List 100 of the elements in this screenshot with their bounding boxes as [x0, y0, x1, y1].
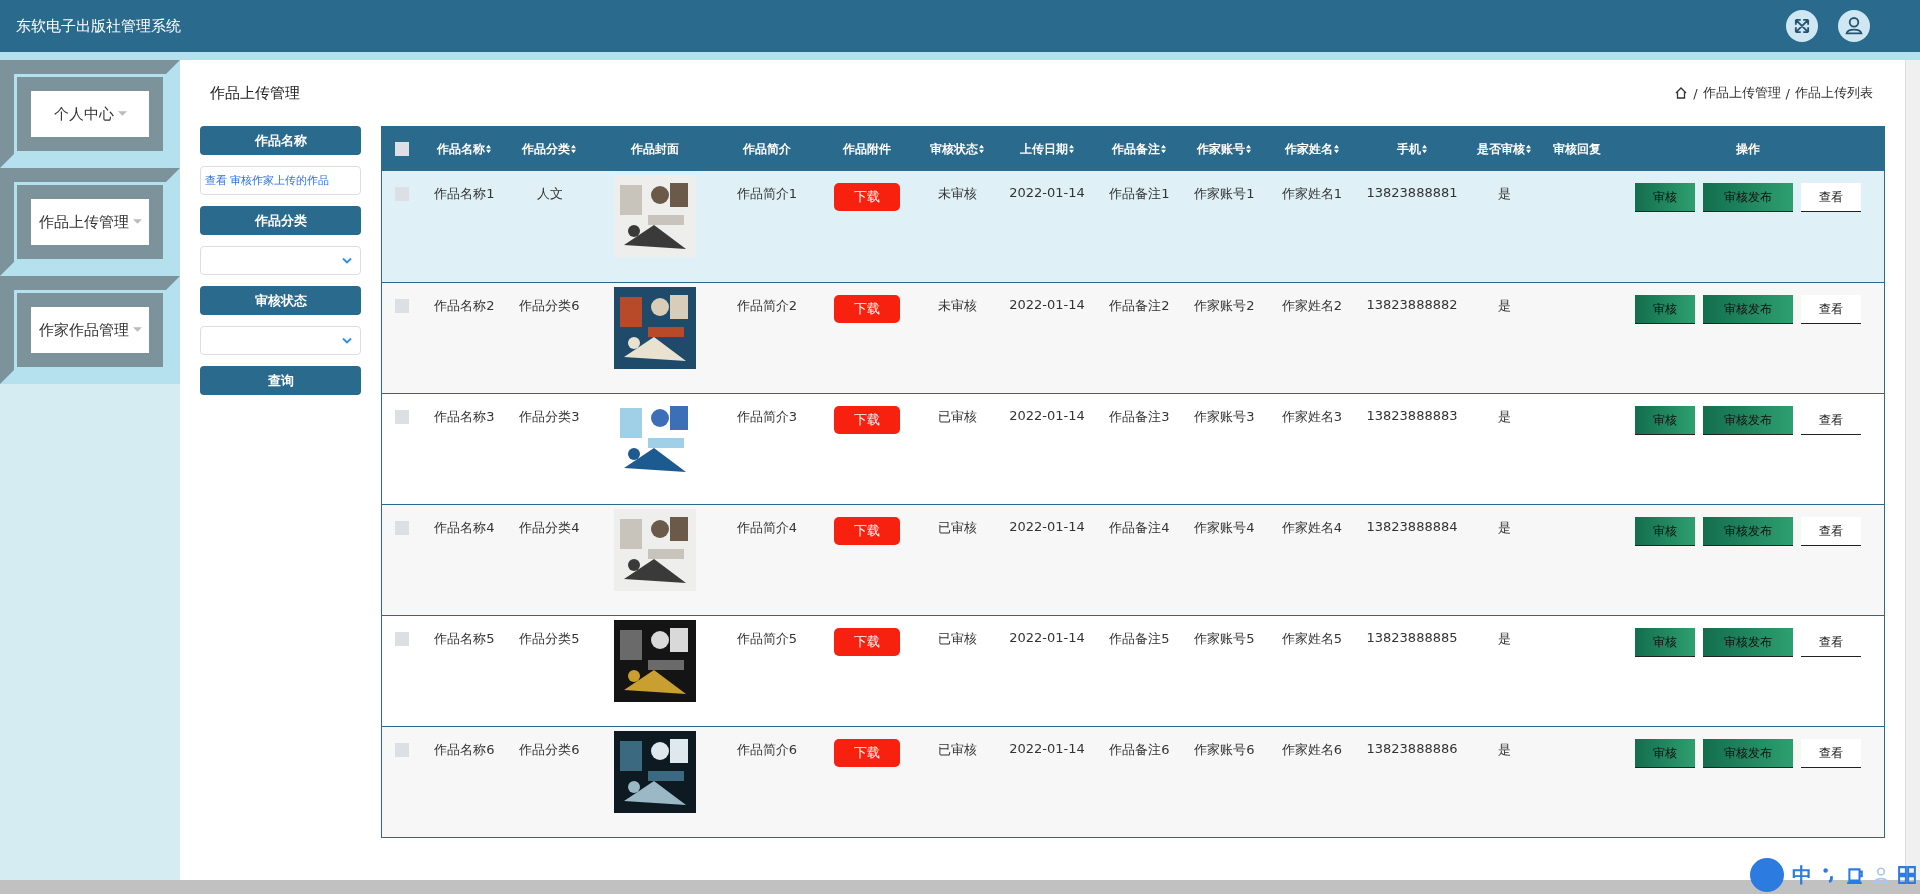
sort-icon[interactable] [1067, 144, 1075, 154]
table-cell: 是 [1498, 185, 1511, 203]
column-header: 作品附件 [843, 140, 891, 158]
filter-label: 审核状态 [200, 286, 361, 315]
table-cell: 13823888886 [1366, 741, 1458, 756]
table-cell: 已审核 [937, 630, 977, 648]
sort-icon[interactable] [1245, 144, 1252, 154]
review-button[interactable]: 审核 [1635, 183, 1695, 212]
review-publish-button[interactable]: 审核发布 [1703, 295, 1793, 324]
table-cell: 作家姓名6 [1281, 741, 1343, 759]
table-cell: 作品简介6 [736, 741, 798, 759]
filter-label: 作品分类 [200, 206, 361, 235]
review-publish-button[interactable]: 审核发布 [1703, 183, 1793, 212]
column-header[interactable]: 是否审核 [1477, 140, 1532, 158]
sort-icon[interactable] [1525, 144, 1532, 154]
table-cell: 作品名称6 [434, 741, 495, 759]
ime-mode[interactable]: 中 [1792, 861, 1812, 889]
review-button[interactable]: 审核 [1635, 295, 1695, 324]
menu-item[interactable]: 作家作品管理 [17, 293, 163, 367]
table-row[interactable]: 作品名称6 作品分类6 作品简介6 下载 已审核 2022-01-14 作品备注6 作家账号6 作家姓名6 13823888886 是 审核 审核发布 查看 [382, 726, 1884, 837]
table-row[interactable]: 作品名称2 作品分类6 作品简介2 下载 未审核 2022-01-14 作品备注2 作家账号2 作家姓名2 13823888882 是 审核 审核发布 查看 [382, 282, 1884, 393]
sort-icon[interactable] [1420, 144, 1428, 154]
review-button[interactable]: 审核 [1635, 517, 1695, 546]
sort-icon[interactable] [485, 144, 492, 154]
column-header[interactable]: 作家姓名 [1284, 140, 1340, 158]
caret-icon [132, 219, 142, 225]
row-checkbox[interactable] [395, 632, 409, 646]
table-cell: 作品分类3 [519, 408, 580, 426]
review-publish-button[interactable]: 审核发布 [1703, 628, 1793, 657]
table-cell: 作家账号3 [1194, 408, 1255, 426]
column-header[interactable]: 作品分类 [522, 140, 577, 158]
column-header[interactable]: 作品备注 [1112, 140, 1167, 158]
search-button[interactable]: 查询 [200, 366, 361, 395]
cup-icon[interactable] [1846, 866, 1864, 884]
app-title: 东软电子出版社管理系统 [16, 16, 181, 36]
breadcrumb-item[interactable]: 作品上传管理 [1702, 84, 1781, 102]
review-publish-button[interactable]: 审核发布 [1703, 517, 1793, 546]
column-header[interactable]: 作品名称 [437, 140, 492, 158]
table-cell: 作品备注4 [1109, 519, 1170, 537]
table-cell: 作品名称4 [434, 519, 495, 537]
sort-icon[interactable] [1332, 144, 1340, 154]
column-header[interactable]: 上传日期 [1019, 140, 1075, 158]
table-cell: 作家账号6 [1194, 741, 1255, 759]
page-title: 作品上传管理 [210, 83, 300, 103]
table-cell: 作品简介1 [736, 185, 798, 203]
grid-icon[interactable] [1898, 866, 1916, 884]
scrollbar[interactable] [1905, 60, 1920, 880]
download-button[interactable]: 下载 [834, 183, 900, 211]
download-button[interactable]: 下载 [834, 517, 900, 545]
column-header[interactable]: 审核状态 [929, 140, 985, 158]
menu-item[interactable]: 个人中心 [17, 77, 163, 151]
view-button[interactable]: 查看 [1801, 183, 1861, 212]
row-checkbox[interactable] [395, 299, 409, 313]
filter-input[interactable]: 查看 审核作家上传的作品 [200, 166, 361, 195]
home-icon[interactable] [1674, 86, 1689, 100]
table-cell: 13823888884 [1366, 519, 1458, 534]
menu-item[interactable]: 作品上传管理 [17, 185, 163, 259]
ime-logo-icon[interactable] [1750, 858, 1784, 892]
select-all-checkbox[interactable] [395, 142, 409, 156]
table-cell: 13823888881 [1366, 185, 1458, 200]
table-cell: 作品名称2 [434, 297, 495, 315]
review-button[interactable]: 审核 [1635, 406, 1695, 435]
table-cell: 作品名称5 [434, 630, 495, 648]
row-checkbox[interactable] [395, 521, 409, 535]
view-button[interactable]: 查看 [1801, 517, 1861, 546]
review-button[interactable]: 审核 [1635, 739, 1695, 768]
sort-icon[interactable] [570, 144, 577, 154]
column-header: 作品简介 [743, 140, 791, 158]
table-cell: 作家账号5 [1194, 630, 1255, 648]
download-button[interactable]: 下载 [834, 295, 900, 323]
sort-icon[interactable] [977, 144, 985, 154]
user-icon[interactable] [1838, 10, 1870, 42]
table-cell: 作品简介3 [736, 408, 798, 426]
download-button[interactable]: 下载 [834, 406, 900, 434]
row-checkbox[interactable] [395, 410, 409, 424]
view-button[interactable]: 查看 [1801, 295, 1861, 324]
download-button[interactable]: 下载 [834, 628, 900, 656]
breadcrumb-item[interactable]: 作品上传列表 [1795, 84, 1873, 102]
table-row[interactable]: 作品名称4 作品分类4 作品简介4 下载 已审核 2022-01-14 作品备注4 作家账号4 作家姓名4 13823888884 是 审核 审核发布 查看 [382, 504, 1884, 615]
review-publish-button[interactable]: 审核发布 [1703, 739, 1793, 768]
row-checkbox[interactable] [395, 743, 409, 757]
table-row[interactable]: 作品名称1 人文 作品简介1 下载 未审核 2022-01-14 作品备注1 作家账号1 作家姓名1 13823888881 是 审核 审核发布 查看 [382, 171, 1884, 282]
column-header[interactable]: 手机 [1396, 140, 1428, 158]
table-cell: 2022-01-14 [1009, 185, 1085, 200]
table-cell: 作家账号1 [1194, 185, 1255, 203]
column-header: 作品封面 [630, 140, 679, 158]
fullscreen-icon[interactable] [1786, 10, 1818, 42]
download-button[interactable]: 下载 [834, 739, 900, 767]
view-button[interactable]: 查看 [1801, 739, 1861, 768]
table-cell: 2022-01-14 [1009, 297, 1085, 312]
column-header[interactable]: 作家账号 [1197, 140, 1252, 158]
table-cell: 作家姓名4 [1281, 519, 1343, 537]
table-cell: 2022-01-14 [1009, 519, 1085, 534]
table-cell: 作品简介2 [736, 297, 798, 315]
table-cell: 未审核 [937, 297, 977, 315]
table-cell: 是 [1498, 297, 1511, 315]
column-header: 操作 [1736, 140, 1760, 158]
review-publish-button[interactable]: 审核发布 [1703, 406, 1793, 435]
sort-icon[interactable] [1160, 144, 1167, 154]
review-button[interactable]: 审核 [1635, 628, 1695, 657]
